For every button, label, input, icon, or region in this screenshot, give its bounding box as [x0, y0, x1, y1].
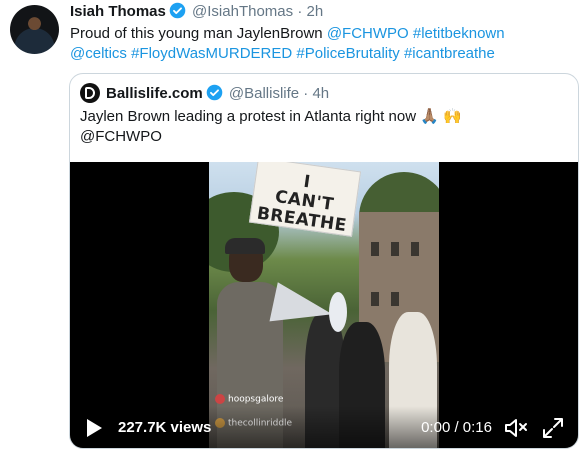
- tweet-time[interactable]: 2h: [306, 3, 323, 20]
- separator: ·: [297, 3, 303, 20]
- quote-text: Jaylen Brown leading a protest in Atlant…: [80, 107, 560, 147]
- video-overlay-user: hoopsgalore: [215, 394, 283, 405]
- quote-text-body: Jaylen Brown leading a protest in Atlant…: [80, 108, 462, 125]
- time-display: 0:00 / 0:16: [421, 419, 492, 436]
- overlay-username: hoopsgalore: [228, 394, 284, 405]
- author-name[interactable]: Isiah Thomas: [70, 3, 166, 20]
- video-controls: 227.7K views 0:00 / 0:16: [70, 406, 578, 448]
- hashtag-link[interactable]: #PoliceBrutality: [296, 45, 399, 62]
- verified-badge-icon: [206, 84, 223, 107]
- hashtag-link[interactable]: #icantbreathe: [404, 45, 495, 62]
- mention-link[interactable]: @celtics: [70, 45, 127, 62]
- separator: ·: [303, 85, 309, 102]
- tweet-text-plain: Proud of this young man JaylenBrown: [70, 25, 327, 42]
- quote-author-name[interactable]: Ballislife.com: [106, 85, 203, 102]
- quoted-tweet[interactable]: Ballislife.com @Ballislife · 4h Jaylen B…: [69, 73, 579, 449]
- view-count: 227.7K views: [118, 419, 212, 436]
- quote-header: Ballislife.com @Ballislife · 4h: [80, 83, 329, 107]
- quote-mention[interactable]: @FCHWPO: [80, 128, 162, 145]
- avatar[interactable]: [10, 5, 59, 54]
- quote-author-handle[interactable]: @Ballislife: [229, 85, 299, 102]
- author-handle[interactable]: @IsiahThomas: [192, 3, 293, 20]
- ballislife-logo-icon: [80, 83, 100, 103]
- tweet-header: Isiah Thomas @IsiahThomas · 2h: [70, 2, 323, 25]
- mention-link[interactable]: @FCHWPO: [327, 25, 409, 42]
- verified-badge-icon: [169, 2, 186, 25]
- tweet-text: Proud of this young man JaylenBrown @FCH…: [70, 24, 570, 64]
- play-icon[interactable]: [87, 419, 102, 437]
- video-player[interactable]: I CAN'T BREATHE hoopsgalore thecollinrid…: [70, 162, 578, 448]
- hashtag-link[interactable]: #letitbeknown: [413, 25, 505, 42]
- volume-icon[interactable]: [504, 417, 528, 444]
- fullscreen-icon[interactable]: [542, 417, 564, 444]
- hashtag-link[interactable]: #FloydWasMURDERED: [131, 45, 292, 62]
- quote-time[interactable]: 4h: [312, 85, 329, 102]
